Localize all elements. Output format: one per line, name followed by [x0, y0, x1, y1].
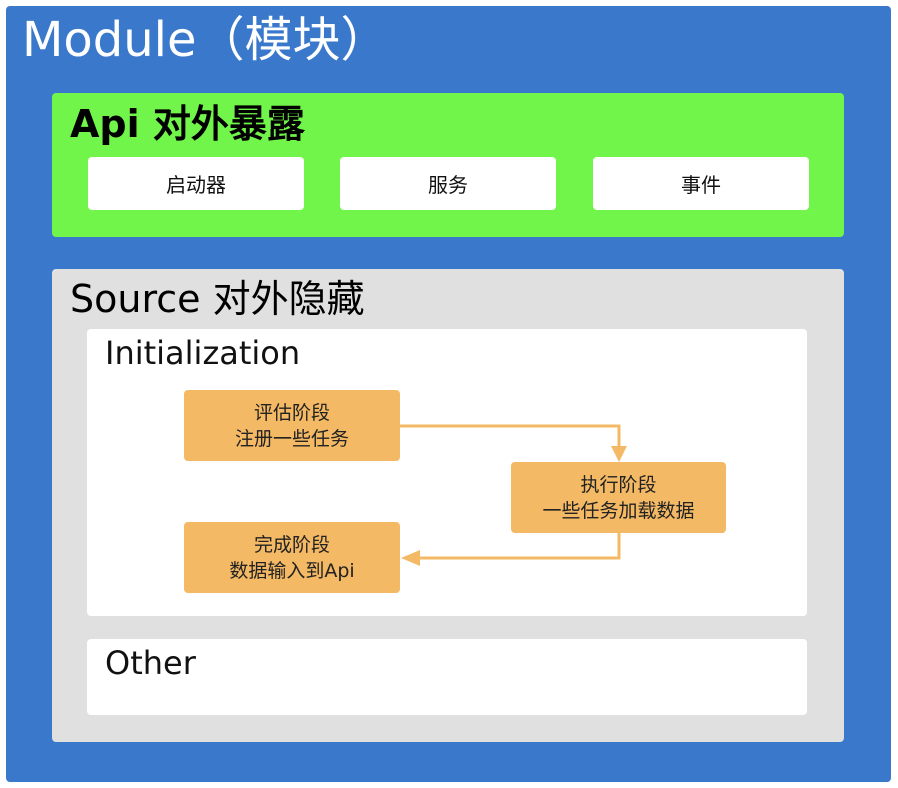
arrow-evaluate-to-execute [400, 424, 627, 462]
other-title: Other [105, 644, 196, 682]
arrow-execute-to-complete [401, 533, 621, 566]
